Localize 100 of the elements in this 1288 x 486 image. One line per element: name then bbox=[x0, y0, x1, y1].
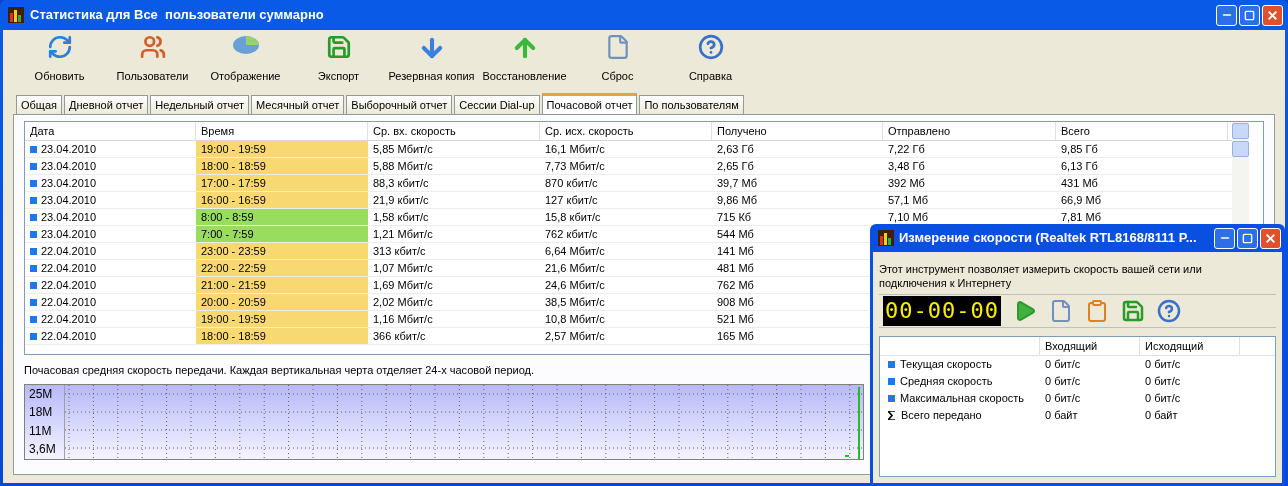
column-header[interactable]: Ср. исх. скорость bbox=[540, 122, 712, 140]
save-icon[interactable] bbox=[1120, 299, 1145, 323]
time-cell: 19:00 - 19:59 bbox=[196, 311, 368, 327]
table-cell-text: 870 кбит/с bbox=[544, 175, 599, 191]
app-icon bbox=[8, 7, 24, 23]
table-cell-text: 39,7 Мб bbox=[716, 175, 758, 191]
refresh-icon bbox=[46, 34, 73, 60]
maximize-button[interactable] bbox=[1237, 227, 1258, 249]
sigma-icon bbox=[888, 411, 896, 420]
table-cell: 22.04.2010 bbox=[25, 294, 196, 310]
users-icon bbox=[139, 34, 166, 60]
column-header[interactable]: Отправлено bbox=[883, 122, 1056, 140]
minimize-button[interactable] bbox=[1214, 227, 1235, 249]
tab[interactable]: Сессии Dial-up bbox=[454, 95, 540, 114]
table-cell: 22.04.2010 bbox=[25, 260, 196, 276]
toolbar-button[interactable]: Экспорт bbox=[292, 34, 385, 84]
table-cell-text: 0 бит/с bbox=[1044, 357, 1082, 373]
table-cell: 23.04.2010 bbox=[25, 158, 196, 174]
tab[interactable]: Недельный отчет bbox=[150, 95, 250, 114]
column-header[interactable]: Получено bbox=[712, 122, 883, 140]
minimize-button[interactable] bbox=[1216, 4, 1237, 26]
toolbar-button[interactable]: Резервная копия bbox=[385, 34, 478, 84]
table-cell-text: 762 кбит/с bbox=[544, 226, 599, 242]
maximize-icon bbox=[1242, 232, 1253, 244]
table-cell-text: 2,65 Гб bbox=[716, 158, 755, 174]
column-header[interactable]: Ср. вх. скорость bbox=[368, 122, 540, 140]
time-cell: 7:00 - 7:59 bbox=[196, 226, 368, 242]
square-icon bbox=[30, 145, 37, 153]
table-cell-text: 141 Мб bbox=[716, 243, 755, 259]
window-title: Измерение скорости (Realtek RTL8168/8111 P... bbox=[899, 229, 1198, 248]
table-cell-text: 10,8 Мбит/с bbox=[544, 311, 606, 327]
tab[interactable]: Почасовой отчет bbox=[541, 93, 638, 114]
axis-label: 25M bbox=[29, 387, 54, 400]
table-cell-text: 38,5 Мбит/с bbox=[544, 294, 606, 310]
app-icon bbox=[878, 230, 894, 246]
window-title: Статистика для Все пользователи суммарно bbox=[30, 6, 325, 25]
table-cell: 23.04.2010 bbox=[25, 226, 196, 242]
time-cell: 22:00 - 22:59 bbox=[196, 260, 368, 276]
square-icon bbox=[30, 213, 37, 221]
table-cell-text: 21,9 кбит/с bbox=[372, 192, 430, 208]
table-cell-text: 0 байт bbox=[1044, 408, 1079, 424]
table-cell-text: 6,64 Мбит/с bbox=[544, 243, 606, 259]
time-cell: 23:00 - 23:59 bbox=[196, 243, 368, 259]
time-cell: 17:00 - 17:59 bbox=[196, 175, 368, 191]
help-icon[interactable] bbox=[1156, 299, 1181, 323]
square-icon bbox=[888, 378, 895, 385]
toolbar-button[interactable]: Восстановление bbox=[478, 34, 571, 84]
table-cell-text: 9,86 Мб bbox=[716, 192, 758, 208]
table-cell-text: 127 кбит/с bbox=[544, 192, 599, 208]
tab[interactable]: Месячный отчет bbox=[251, 95, 345, 114]
square-icon bbox=[30, 179, 37, 187]
square-icon bbox=[30, 332, 37, 340]
close-button[interactable] bbox=[1262, 4, 1283, 26]
table-cell-text: 1,69 Мбит/с bbox=[372, 277, 434, 293]
table-cell-text: 15,8 кбит/с bbox=[544, 209, 602, 225]
close-icon bbox=[1264, 231, 1277, 245]
table-cell-text: 88,3 кбит/с bbox=[372, 175, 430, 191]
table-cell-text: 3,48 Гб bbox=[887, 158, 926, 174]
table-cell: 22.04.2010 bbox=[25, 277, 196, 293]
table-cell-text: 0 бит/с bbox=[1144, 374, 1182, 390]
axis-label: 3,6M bbox=[29, 443, 57, 456]
maximize-button[interactable] bbox=[1239, 4, 1260, 26]
table-cell-text: 1,16 Мбит/с bbox=[372, 311, 434, 327]
disc-icon bbox=[231, 34, 260, 56]
axis-label: 11M bbox=[29, 424, 53, 437]
column-header[interactable]: Дата bbox=[25, 122, 196, 140]
table-cell-text: 431 Мб bbox=[1060, 175, 1099, 191]
close-button[interactable] bbox=[1260, 227, 1281, 249]
table-cell: 23.04.2010 bbox=[25, 192, 196, 208]
toolbar-button[interactable]: Отображение bbox=[199, 34, 292, 84]
square-icon bbox=[888, 361, 895, 368]
toolbar-button[interactable]: Справка bbox=[664, 34, 757, 84]
table-cell-text: 1,07 Мбит/с bbox=[372, 260, 434, 276]
tab[interactable]: Общая bbox=[16, 95, 62, 114]
table-cell-text: 908 Мб bbox=[716, 294, 755, 310]
column-header[interactable]: Входящий bbox=[1040, 337, 1140, 355]
help-icon bbox=[697, 34, 724, 60]
table-cell-text: 0 бит/с bbox=[1044, 391, 1082, 407]
column-header[interactable]: Исходящий bbox=[1140, 337, 1240, 355]
table-cell-text: 16,1 Мбит/с bbox=[544, 141, 606, 157]
chart-caption: Почасовая средняя скорость передачи. Каждая вертикальная черта отделяет 24-х часовой период. bbox=[24, 363, 535, 378]
table-cell-text: 1,21 Мбит/с bbox=[372, 226, 434, 242]
tab[interactable]: Выборочный отчет bbox=[346, 95, 453, 114]
time-cell: 21:00 - 21:59 bbox=[196, 277, 368, 293]
table-cell-text: 6,13 Гб bbox=[1060, 158, 1099, 174]
square-icon bbox=[30, 298, 37, 306]
column-header[interactable]: Всего bbox=[1056, 122, 1228, 140]
column-header[interactable]: Время bbox=[196, 122, 368, 140]
table-cell-text: 21,6 Мбит/с bbox=[544, 260, 606, 276]
maximize-icon bbox=[1244, 9, 1255, 21]
tab[interactable]: Дневной отчет bbox=[64, 95, 149, 114]
row-label: Средняя скорость bbox=[900, 374, 993, 390]
toolbar-button[interactable]: Пользователи bbox=[106, 34, 199, 84]
toolbar-button[interactable]: Сброс bbox=[571, 34, 664, 84]
table-cell-text: 0 бит/с bbox=[1044, 374, 1082, 390]
toolbar-button[interactable]: Обновить bbox=[13, 34, 106, 84]
time-cell: 18:00 - 18:59 bbox=[196, 328, 368, 344]
tab[interactable]: По пользователям bbox=[639, 95, 744, 114]
square-icon bbox=[30, 315, 37, 323]
square-icon bbox=[30, 230, 37, 238]
